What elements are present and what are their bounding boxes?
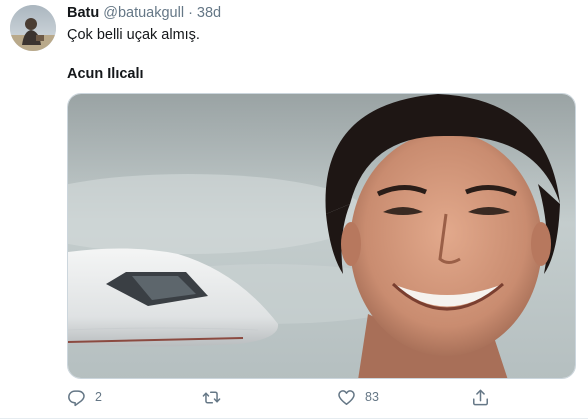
like-count: 83 xyxy=(365,390,379,404)
heart-icon xyxy=(338,389,355,405)
reply-button[interactable]: 2 xyxy=(67,386,102,408)
user-avatar-icon xyxy=(10,5,56,51)
photo-media-icon xyxy=(68,94,575,378)
display-name[interactable]: Batu xyxy=(67,5,99,21)
separator-dot: · xyxy=(188,5,193,21)
tweet[interactable]: Batu @batuakgull · 38d Çok belli uçak almış… xyxy=(0,0,588,419)
user-handle[interactable]: @batuakgull xyxy=(103,5,184,21)
tweet-caption: Acun Ilıcalı xyxy=(67,66,144,82)
tweet-media-image[interactable] xyxy=(67,93,576,379)
retweet-button[interactable] xyxy=(202,386,230,408)
share-button[interactable] xyxy=(471,386,490,408)
tweet-actions: 2 83 xyxy=(67,386,497,410)
like-button[interactable]: 83 xyxy=(337,386,379,408)
tweet-header: Batu @batuakgull · 38d xyxy=(67,4,221,22)
avatar[interactable] xyxy=(10,5,56,51)
reply-count: 2 xyxy=(95,390,102,404)
share-icon xyxy=(473,389,488,405)
reply-icon xyxy=(68,389,85,406)
retweet-icon xyxy=(202,390,221,404)
tweet-timestamp[interactable]: 38d xyxy=(197,5,221,21)
tweet-text: Çok belli uçak almış. xyxy=(67,27,200,43)
